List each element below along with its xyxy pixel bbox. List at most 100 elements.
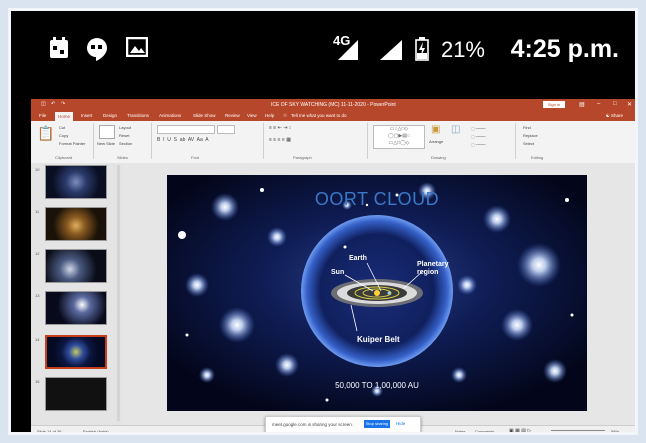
new-slide-button[interactable]: New Slide — [97, 141, 115, 146]
reset-button[interactable]: Reset — [119, 133, 129, 138]
ribbon-tabs: File Home Insert Design Transitions Anim… — [31, 111, 635, 121]
new-slide-icon[interactable] — [99, 125, 115, 139]
slide-editing-area: OORT CLOUD Earth Sun Planetary region Ku… — [123, 163, 635, 425]
sign-in-button[interactable]: Sign in — [543, 101, 565, 108]
powerpoint-window: ◫ ↶ ↷ ICE OF SKY WATCHING (MC) 11-11-202… — [31, 99, 635, 434]
tab-transitions[interactable]: Transitions — [127, 113, 149, 118]
title-bar: ◫ ↶ ↷ ICE OF SKY WATCHING (MC) 11-11-202… — [31, 99, 635, 111]
thumb-number: 15 — [35, 379, 40, 384]
zoom-level[interactable]: 58% — [611, 429, 619, 432]
starfield-background — [167, 175, 587, 411]
comments-button[interactable]: Comments — [475, 429, 494, 432]
distance-caption[interactable]: 50,000 TO 1,00,000 AU — [167, 381, 587, 390]
font-size-select[interactable] — [217, 125, 235, 134]
save-icon[interactable]: ◫ — [41, 101, 46, 107]
label-kuiper-belt: Kuiper Belt — [357, 335, 400, 344]
thumb-number: 13 — [35, 293, 40, 298]
tab-file[interactable]: File — [39, 113, 46, 118]
tab-home[interactable]: Home — [55, 112, 74, 121]
share-label: Share — [610, 113, 623, 118]
battery-percent: 21% — [440, 37, 485, 62]
arrange-button[interactable]: Arrange — [429, 139, 443, 144]
paste-icon[interactable]: 📋 — [37, 125, 54, 142]
ribbon-divider — [515, 123, 516, 159]
group-clipboard: Clipboard — [55, 155, 73, 160]
slide-thumbnail[interactable] — [45, 165, 107, 199]
ribbon: 📋 Cut Copy Format Painter Clipboard New … — [31, 121, 635, 164]
layout-button[interactable]: Layout — [119, 125, 131, 130]
ribbon-divider — [367, 123, 368, 159]
tab-help[interactable]: Help — [265, 113, 274, 118]
slide-thumbnail[interactable] — [45, 249, 107, 283]
undo-icon[interactable]: ↶ — [51, 101, 55, 107]
replace-button[interactable]: Replace — [523, 133, 538, 138]
close-icon[interactable]: ✕ — [627, 101, 632, 108]
slide-thumbnail[interactable] — [45, 207, 107, 241]
hide-button[interactable]: Hide — [396, 421, 405, 426]
quick-styles-icon[interactable]: ◫ — [451, 124, 460, 135]
zoom-slider[interactable] — [551, 430, 605, 431]
thumbnail-scrollbar[interactable] — [117, 165, 120, 421]
thumb-number: 10 — [35, 167, 40, 172]
stop-sharing-button[interactable]: Stop sharing — [364, 420, 390, 428]
document-title: ICE OF SKY WATCHING (MC) 11-11-2020 - Po… — [271, 102, 396, 108]
copy-button[interactable]: Copy — [59, 133, 68, 138]
slide-thumbnail-selected[interactable] — [45, 335, 107, 369]
align-buttons[interactable]: ≡ ≡ ≡ ≡ ▦ — [269, 137, 291, 143]
slide-title[interactable]: OORT CLOUD — [167, 189, 587, 210]
thumb-number: 14 — [35, 337, 40, 342]
label-planetary-region: Planetary region — [417, 261, 449, 276]
ribbon-divider — [151, 123, 152, 159]
ribbon-display-icon[interactable]: ▤ — [579, 101, 585, 108]
hangouts-icon — [87, 38, 107, 61]
group-drawing: Drawing — [431, 155, 446, 160]
share-button[interactable]: ☯ Share — [606, 113, 623, 119]
redo-icon[interactable]: ↷ — [61, 101, 65, 107]
shape-format-buttons[interactable]: ▢ ━━━━ ▢ ━━━━ ▢ ━━━━ — [471, 125, 486, 149]
share-message: meet.google.com is sharing your screen. — [272, 422, 354, 427]
tab-insert[interactable]: Insert — [81, 113, 92, 118]
minimize-icon[interactable]: – — [597, 101, 600, 107]
arrange-icon[interactable]: ▣ — [431, 124, 440, 135]
font-name-select[interactable] — [157, 125, 215, 134]
tab-design[interactable]: Design — [103, 113, 117, 118]
notes-button[interactable]: Notes — [455, 429, 465, 432]
label-sun: Sun — [331, 269, 345, 276]
group-slides: Slides — [117, 155, 128, 160]
view-buttons[interactable]: ▣ ▦ ▤ ▷ — [509, 428, 531, 432]
maximize-icon[interactable]: □ — [613, 101, 617, 107]
language-indicator[interactable]: English (India) — [83, 429, 109, 432]
group-paragraph: Paragraph — [293, 155, 312, 160]
tab-slide-show[interactable]: Slide Show — [193, 113, 216, 118]
slide-counter: Slide 14 of 36 — [37, 429, 62, 434]
tab-view[interactable]: View — [247, 113, 257, 118]
group-editing: Editing — [531, 155, 544, 160]
ribbon-divider — [93, 123, 94, 159]
label-earth: Earth — [349, 255, 367, 262]
calendar-icon — [50, 37, 68, 58]
find-button[interactable]: Find — [523, 125, 531, 130]
format-painter-button[interactable]: Format Painter — [59, 141, 85, 146]
tab-review[interactable]: Review — [225, 113, 240, 118]
shapes-gallery[interactable]: ▭○△□◇ ◯▢▶▤○ ▭△□◯◇ — [373, 125, 425, 149]
ribbon-divider — [263, 123, 264, 159]
slide-thumbnails-pane: 10 11 12 13 14 15 — [31, 163, 124, 425]
slide-thumbnail[interactable] — [45, 291, 107, 325]
cell-signal-icon — [380, 40, 402, 60]
paragraph-buttons[interactable]: ≡ ≡ ⇤ ⇥ ↕ — [269, 125, 291, 131]
battery-charging-icon — [415, 37, 429, 61]
slide-thumbnail[interactable] — [45, 377, 107, 411]
tab-animations[interactable]: Animations — [159, 113, 181, 118]
cut-button[interactable]: Cut — [59, 125, 65, 130]
clock: 4:25 p.m. — [510, 35, 619, 63]
select-button[interactable]: Select — [523, 141, 534, 146]
thumb-number: 12 — [35, 251, 40, 256]
section-button[interactable]: Section — [119, 141, 132, 146]
thumb-number: 11 — [35, 209, 40, 214]
tell-me-search[interactable]: Tell me what you want to do — [291, 113, 347, 118]
font-format-buttons[interactable]: B I U S ab AV Aa A — [157, 137, 209, 143]
screen-share-banner: meet.google.com is sharing your screen. … — [265, 416, 421, 432]
lightbulb-icon: ☉ — [283, 113, 288, 118]
current-slide[interactable]: OORT CLOUD Earth Sun Planetary region Ku… — [167, 175, 587, 411]
image-icon — [126, 37, 148, 57]
